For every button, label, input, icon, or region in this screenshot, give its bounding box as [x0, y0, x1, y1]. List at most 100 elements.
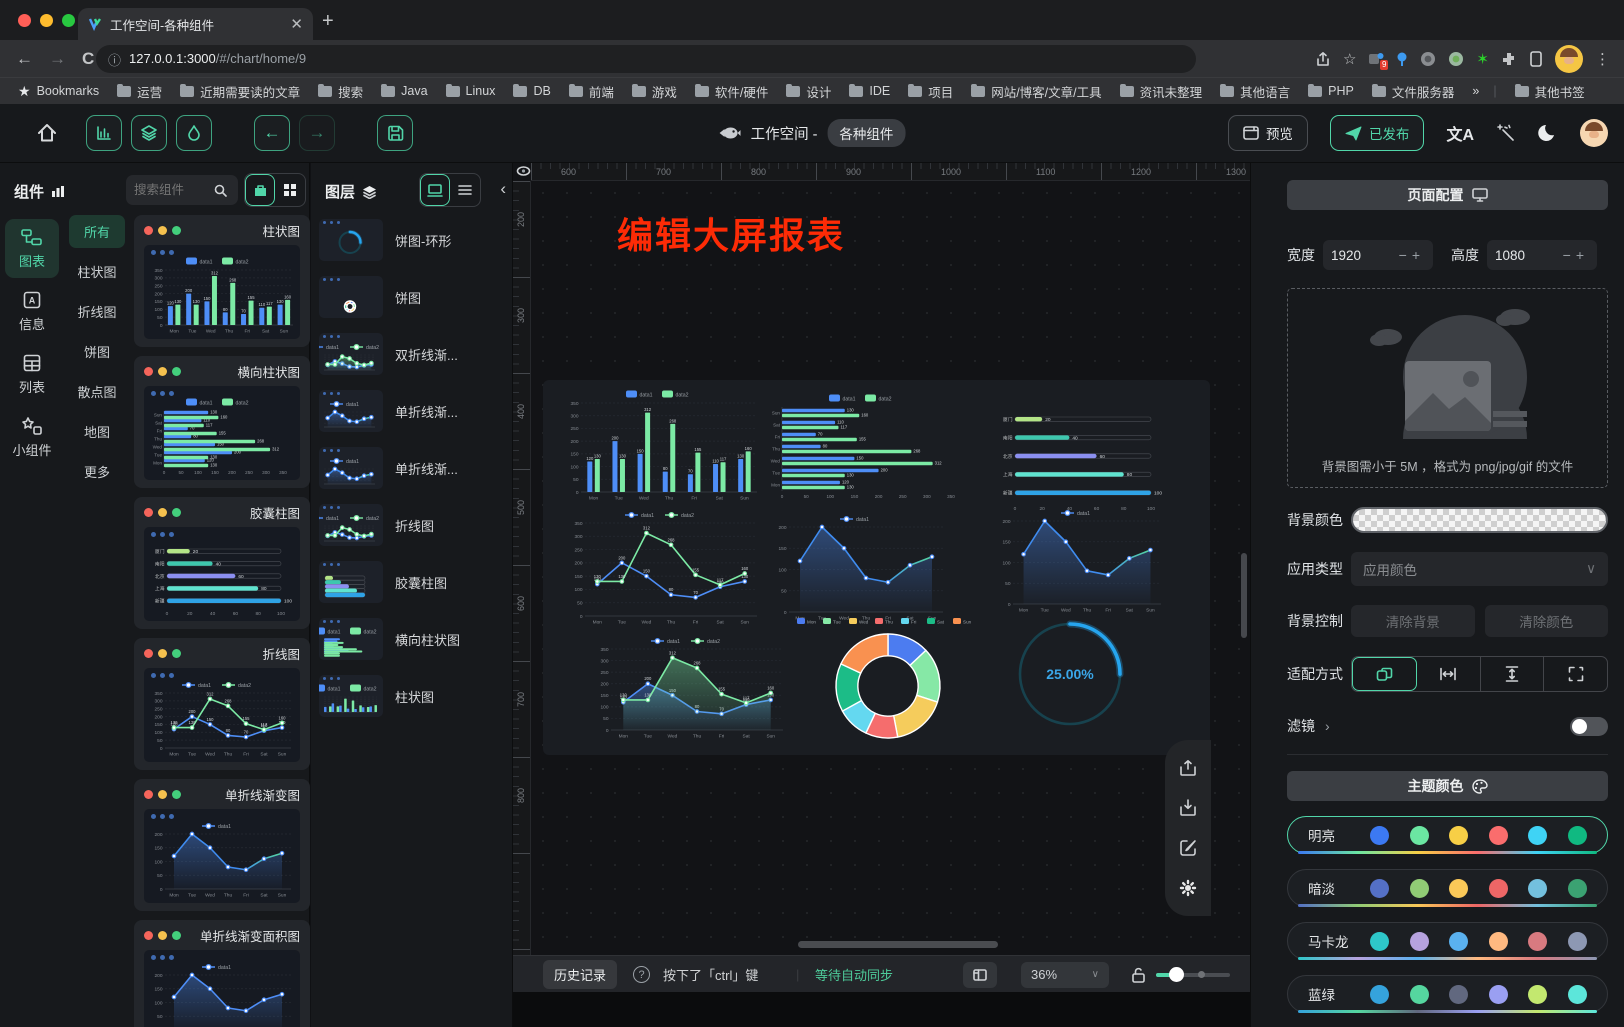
fit-scale-button[interactable]: [1352, 657, 1417, 691]
bookmark-item[interactable]: Linux: [446, 82, 496, 101]
search-input[interactable]: [134, 183, 214, 197]
component-card[interactable]: 单折线渐变面积图050100150200MonTueWedThuFriSatSu…: [134, 920, 310, 1027]
app-home-icon[interactable]: [36, 122, 58, 144]
canvas-chart-line1[interactable]: 050100150200MonTueWedThuFriSatSundata1: [995, 506, 1167, 616]
layer-item[interactable]: data1data2柱状图: [319, 671, 504, 721]
language-icon[interactable]: 文A: [1446, 121, 1474, 145]
sidebar-item-3[interactable]: 小组件: [5, 408, 59, 467]
canvas-chart-hbar2[interactable]: 050100150200250300350Mon120130Tue200130W…: [765, 392, 965, 502]
toggle-guides-eye-icon[interactable]: [516, 165, 531, 177]
browser-tab[interactable]: 工作空间-各种组件 ✕: [78, 8, 313, 40]
chart-board[interactable]: 050100150200250300350Mon120130Tue200130W…: [543, 380, 1210, 755]
layer-thumbnail-view-button[interactable]: [420, 174, 450, 206]
details-panel-toggle-button[interactable]: [176, 115, 212, 151]
grid-view-button[interactable]: [275, 174, 305, 206]
bookmark-item[interactable]: IDE: [849, 82, 890, 101]
category-4[interactable]: 散点图: [64, 382, 130, 401]
bookmark-item[interactable]: 运营: [117, 82, 162, 101]
share-icon[interactable]: [1315, 51, 1331, 67]
fit-height-button[interactable]: [1481, 657, 1545, 691]
bookmark-item[interactable]: 网站/博客/文章/工具: [971, 82, 1101, 101]
canvas-chart-line1[interactable]: 050100150200MonTueWedThuFriSatSundata1: [771, 512, 949, 624]
other-bookmarks[interactable]: 其他书签: [1515, 82, 1585, 101]
category-6[interactable]: 更多: [64, 462, 130, 481]
sidebar-item-1[interactable]: A信息: [5, 282, 59, 341]
layer-item[interactable]: data1data2折线图: [319, 500, 504, 550]
clear-color-button[interactable]: 清除颜色: [1485, 605, 1609, 637]
category-2[interactable]: 折线图: [64, 302, 130, 321]
back-icon[interactable]: ←: [16, 49, 33, 69]
browser-profile-avatar[interactable]: [1555, 45, 1583, 73]
publish-button[interactable]: 已发布: [1330, 115, 1425, 151]
forward-icon[interactable]: →: [49, 49, 66, 69]
import-icon[interactable]: [1178, 798, 1198, 818]
width-stepper[interactable]: 1920−+: [1323, 240, 1433, 270]
zoom-select[interactable]: 36%∨: [1021, 962, 1109, 988]
fit-width-button[interactable]: [1417, 657, 1481, 691]
clear-background-button[interactable]: 清除背景: [1351, 605, 1475, 637]
magic-wand-icon[interactable]: [1496, 123, 1516, 143]
theme-row-2[interactable]: 马卡龙: [1287, 922, 1608, 960]
zoom-slider[interactable]: [1156, 956, 1230, 993]
background-upload-dropzone[interactable]: 背景图需小于 5M ，格式为 png/jpg/gif 的文件: [1287, 288, 1608, 488]
layer-item[interactable]: data1单折线渐...: [319, 443, 504, 493]
component-card[interactable]: 单折线渐变图050100150200MonTueWedThuFriSatSund…: [134, 779, 310, 911]
layer-item[interactable]: data1data2横向柱状图: [319, 614, 504, 664]
bookmark-item[interactable]: 项目: [908, 82, 953, 101]
fit-stretch-button[interactable]: [1544, 657, 1607, 691]
height-stepper[interactable]: 1080−+: [1487, 240, 1597, 270]
pin-extension-icon[interactable]: [1396, 52, 1408, 67]
layer-item[interactable]: data1data2双折线渐...: [319, 329, 504, 379]
layer-item[interactable]: 胶囊柱图: [319, 557, 504, 607]
bookmark-item[interactable]: 近期需要读的文章: [180, 82, 300, 101]
bookmark-item[interactable]: PHP: [1308, 82, 1354, 101]
layout-preview-button[interactable]: [963, 962, 997, 988]
bookmark-item[interactable]: 资讯未整理: [1120, 82, 1203, 101]
canvas-text-element[interactable]: 编辑大屏报表: [617, 207, 845, 259]
theme-row-1[interactable]: 暗淡: [1287, 869, 1608, 907]
preview-button[interactable]: 预览: [1228, 115, 1308, 151]
component-card[interactable]: 横向柱状图050100150200250300350Mon120130Tue20…: [134, 356, 310, 488]
layer-item[interactable]: 饼图-环形: [319, 215, 504, 265]
bookmark-item[interactable]: 文件服务器: [1372, 82, 1455, 101]
user-avatar[interactable]: [1580, 119, 1608, 147]
bookmark-item[interactable]: 设计: [786, 82, 831, 101]
category-1[interactable]: 柱状图: [64, 262, 130, 281]
component-card[interactable]: 柱状图050100150200250300350Mon120130Tue2001…: [134, 215, 310, 347]
window-minimize-button[interactable]: [40, 14, 53, 27]
stepper-controls[interactable]: −+: [1563, 247, 1589, 263]
component-card[interactable]: 折线图050100150200250300350MonTueWedThuFriS…: [134, 638, 310, 770]
category-5[interactable]: 地图: [64, 422, 130, 441]
bookmarks-root[interactable]: ★Bookmarks: [18, 83, 99, 100]
export-icon[interactable]: [1178, 758, 1198, 778]
bookmark-item[interactable]: 搜索: [318, 82, 363, 101]
apply-type-select[interactable]: 应用颜色∨: [1351, 552, 1608, 586]
horizontal-scrollbar[interactable]: [798, 941, 998, 948]
vertical-scrollbar[interactable]: [1241, 553, 1247, 638]
redo-button[interactable]: →: [299, 115, 335, 151]
bookmarks-overflow-icon[interactable]: »: [1472, 84, 1479, 98]
layers-panel-toggle-button[interactable]: [131, 115, 167, 151]
single-view-button[interactable]: [245, 174, 275, 206]
component-card[interactable]: 胶囊柱图厦门20南阳40北京60上海80新疆100020406080100: [134, 497, 310, 629]
sidebar-item-2[interactable]: 列表: [5, 345, 59, 404]
sidebar-item-0[interactable]: 图表: [5, 219, 59, 278]
settings-gear-icon[interactable]: [1178, 878, 1198, 898]
editor-canvas[interactable]: 6007008009001000110012001300 20030040050…: [513, 163, 1250, 1027]
canvas-chart-ring[interactable]: 25.00%: [1011, 618, 1129, 730]
browser-menu-icon[interactable]: ⋮: [1595, 50, 1610, 68]
collapse-panel-icon[interactable]: ‹: [500, 179, 506, 199]
bookmark-item[interactable]: 游戏: [632, 82, 677, 101]
filter-toggle[interactable]: [1570, 717, 1608, 736]
help-icon[interactable]: ?: [633, 956, 650, 993]
save-button[interactable]: [377, 115, 413, 151]
dark-mode-moon-icon[interactable]: [1538, 123, 1558, 143]
layer-item[interactable]: 饼图: [319, 272, 504, 322]
workspace-name-badge[interactable]: 各种组件: [827, 119, 905, 147]
extension-star-icon[interactable]: ✶: [1476, 50, 1489, 68]
chevron-right-icon[interactable]: ›: [1325, 718, 1330, 734]
stepper-controls[interactable]: −+: [1399, 247, 1425, 263]
new-tab-button[interactable]: +: [322, 10, 334, 33]
edit-icon[interactable]: [1178, 838, 1198, 858]
window-close-button[interactable]: [18, 14, 31, 27]
